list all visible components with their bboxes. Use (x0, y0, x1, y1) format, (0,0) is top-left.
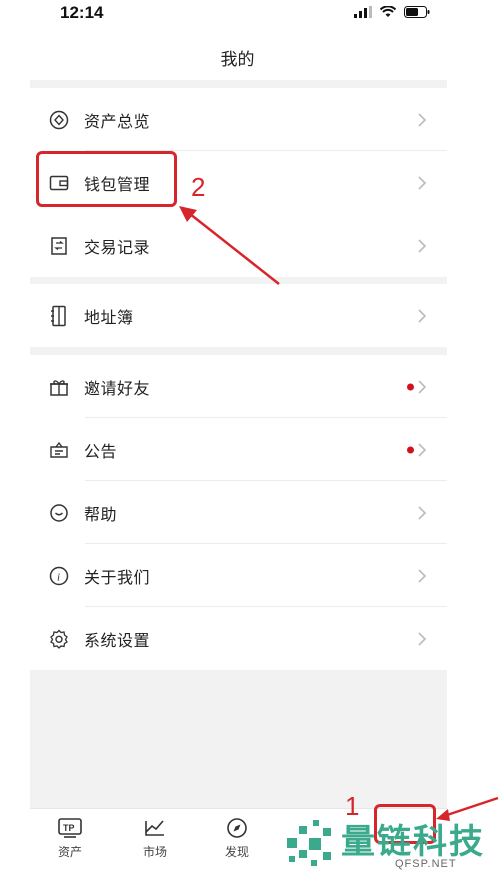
watermark-logo-icon (287, 820, 331, 866)
menu-item-system-settings[interactable]: 系统设置 (30, 607, 447, 670)
info-icon: i (48, 565, 70, 587)
menu-item-announcements[interactable]: 公告 (30, 418, 447, 481)
chevron-right-icon (418, 308, 427, 323)
menu-item-label: 公告 (84, 443, 118, 461)
chevron-right-icon (418, 175, 427, 190)
signal-icon (354, 6, 372, 18)
market-chart-icon (145, 820, 164, 836)
menu-item-label: 邀请好友 (84, 380, 151, 398)
tab-label: 市场 (142, 845, 167, 859)
annotation-step-2: 2 (191, 172, 206, 202)
notification-dot (407, 383, 414, 390)
tp-assets-icon: TP (58, 818, 82, 838)
menu-item-asset-overview[interactable]: 资产总览 (30, 88, 447, 151)
menu-item-about-us[interactable]: i 关于我们 (30, 544, 447, 607)
svg-text:TP: TP (63, 823, 75, 833)
menu-item-invite-friends[interactable]: 邀请好友 (30, 355, 447, 418)
svg-text:i: i (57, 571, 60, 583)
menu-item-label: 系统设置 (84, 632, 151, 650)
page-title: 我的 (220, 50, 255, 69)
chevron-right-icon (418, 631, 427, 646)
asset-overview-icon (48, 109, 70, 131)
menu-group-address: 地址簿 (30, 284, 447, 347)
battery-icon (404, 6, 430, 18)
menu-item-label: 帮助 (84, 506, 118, 524)
chevron-right-icon (418, 505, 427, 520)
menu-item-label: 交易记录 (84, 239, 151, 257)
status-icons (354, 6, 430, 18)
watermark: 量链科技 QFSP.NET (283, 812, 502, 874)
tab-label: 发现 (224, 845, 249, 859)
help-icon (48, 502, 70, 524)
chevron-right-icon (418, 568, 427, 583)
address-book-icon (48, 305, 70, 327)
notification-dot (407, 446, 414, 453)
chevron-right-icon (418, 442, 427, 457)
tab-assets[interactable]: TP 资产 (40, 817, 100, 860)
annotation-highlight-box (36, 151, 177, 207)
annotation-arrow-icon (179, 206, 280, 285)
tab-market[interactable]: 市场 (125, 817, 185, 860)
menu-item-label: 地址簿 (84, 309, 134, 327)
menu-item-label: 资产总览 (84, 113, 151, 131)
chevron-right-icon (418, 379, 427, 394)
compass-icon (227, 818, 247, 838)
menu-item-label: 关于我们 (84, 569, 151, 587)
settings-gear-icon (48, 628, 70, 650)
watermark-subtext: QFSP.NET (395, 858, 457, 870)
tab-discover[interactable]: 发现 (207, 817, 267, 860)
status-time: 12:14 (60, 3, 104, 22)
transaction-record-icon (48, 235, 70, 257)
wifi-icon (380, 6, 396, 17)
gift-icon (48, 376, 70, 398)
watermark-text: 量链科技 (341, 823, 485, 861)
status-bar: 12:14 (0, 0, 502, 28)
chevron-right-icon (418, 112, 427, 127)
menu-item-help[interactable]: 帮助 (30, 481, 447, 544)
announcement-icon (48, 439, 70, 461)
chevron-right-icon (418, 238, 427, 253)
menu-item-address-book[interactable]: 地址簿 (30, 284, 447, 347)
menu-group-misc: 邀请好友 公告 帮助 i 关于我们 系统设置 (30, 355, 447, 670)
tab-label: 资产 (57, 845, 82, 859)
